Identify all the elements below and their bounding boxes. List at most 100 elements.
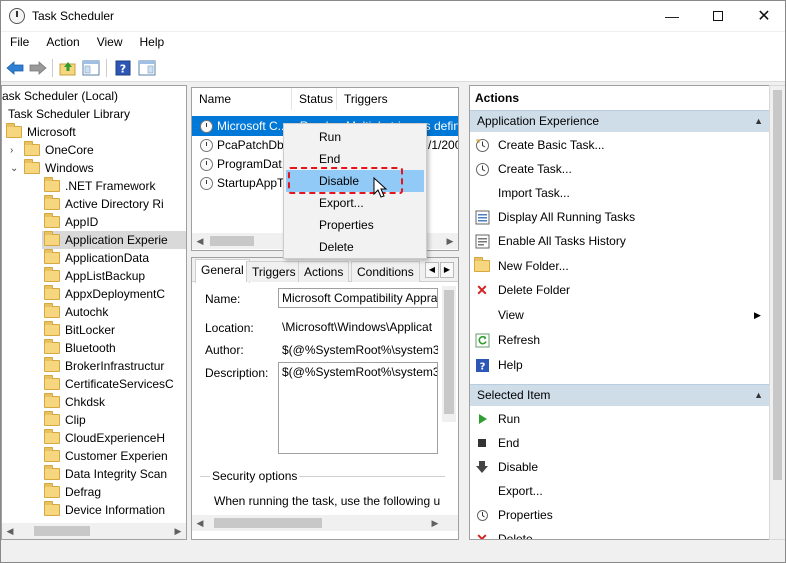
tab-scroll-left-button[interactable]: ◀ [425, 262, 439, 278]
show-action-pane-button[interactable] [137, 58, 157, 78]
context-menu-export[interactable]: Export... [286, 192, 424, 214]
tree-item-microsoft[interactable]: Microsoft [6, 123, 76, 141]
tree-item-active-directory[interactable]: Active Directory Ri [44, 195, 164, 213]
tree-item-cloudexperience[interactable]: CloudExperienceH [44, 429, 165, 447]
tree-item-task-scheduler-local[interactable]: ask Scheduler (Local) [2, 87, 118, 105]
action-create-task[interactable]: Create Task... [474, 158, 572, 180]
tree-item-data-integrity-scan[interactable]: Data Integrity Scan [44, 465, 167, 483]
end-icon [474, 435, 490, 451]
up-folder-button[interactable] [58, 58, 78, 78]
tree-item-application-experience[interactable]: Application Experie [42, 231, 186, 249]
collapse-icon[interactable]: ▲ [754, 385, 763, 406]
menu-help[interactable]: Help [131, 32, 173, 54]
action-refresh[interactable]: Refresh [474, 329, 540, 351]
scroll-left-icon[interactable]: ◀ [192, 515, 208, 531]
action-delete-folder[interactable]: ✕ Delete Folder [474, 279, 570, 301]
group-header-application-experience[interactable]: Application Experience ▲ [470, 110, 769, 132]
tree-item-appid[interactable]: AppID [44, 213, 98, 231]
back-button[interactable] [5, 58, 25, 78]
close-button[interactable]: ✕ [741, 1, 785, 31]
scroll-left-icon[interactable]: ◀ [192, 233, 208, 249]
action-display-running-tasks[interactable]: Display All Running Tasks [474, 206, 635, 228]
description-field[interactable]: $(@%SystemRoot%\system32 [278, 362, 438, 454]
action-enable-tasks-history[interactable]: Enable All Tasks History [474, 230, 626, 252]
help-toolbar-button[interactable]: ? [113, 58, 133, 78]
action-create-basic-task[interactable]: Create Basic Task... [474, 134, 605, 156]
task-clock-icon [200, 176, 213, 190]
name-field[interactable]: Microsoft Compatibility Appra [278, 288, 438, 308]
tree-item-autochk[interactable]: Autochk [44, 303, 108, 321]
tree-item-onecore[interactable]: › OneCore [10, 141, 94, 159]
tab-scroll-right-button[interactable]: ▶ [440, 262, 454, 278]
tree-item-clip[interactable]: Clip [44, 411, 86, 429]
title-bar: Task Scheduler — ✕ [1, 1, 785, 31]
tree-item-device-information[interactable]: Device Information [44, 501, 165, 519]
action-new-folder[interactable]: New Folder... [474, 255, 569, 277]
show-hide-tree-button[interactable] [81, 58, 101, 78]
tree-item-label: Bluetooth [65, 341, 116, 355]
tree-item-brokerinfrastructure[interactable]: BrokerInfrastructur [44, 357, 164, 375]
tree-item-customer-experience[interactable]: Customer Experien [44, 447, 168, 465]
chevron-right-icon[interactable]: › [10, 145, 20, 156]
detail-vertical-scrollbar[interactable] [442, 286, 456, 422]
action-help[interactable]: ? Help [474, 354, 523, 376]
scroll-thumb[interactable] [444, 290, 454, 414]
minimize-button[interactable]: — [649, 1, 695, 31]
tree-item-appxdeployment[interactable]: AppxDeploymentC [44, 285, 165, 303]
menu-action[interactable]: Action [37, 32, 87, 54]
tree-item-certificateservices[interactable]: CertificateServicesC [44, 375, 174, 393]
scroll-thumb[interactable] [773, 90, 782, 480]
tree-item-dotnet-framework[interactable]: .NET Framework [44, 177, 155, 195]
action-end[interactable]: End [474, 432, 519, 454]
tree-item-applicationdata[interactable]: ApplicationData [44, 249, 149, 267]
scroll-right-icon[interactable]: ▶ [427, 515, 443, 531]
group-title: Application Experience [477, 114, 600, 128]
group-header-selected-item[interactable]: Selected Item ▲ [470, 384, 769, 406]
new-folder-icon [474, 257, 490, 274]
tree-item-label: Microsoft [27, 125, 76, 139]
folder-icon [44, 483, 60, 498]
actions-vertical-scrollbar[interactable] [769, 85, 785, 540]
scroll-thumb[interactable] [214, 518, 322, 528]
tree-item-chkdsk[interactable]: Chkdsk [44, 393, 105, 411]
tab-conditions[interactable]: Conditions [351, 261, 420, 282]
tab-triggers[interactable]: Triggers [246, 261, 302, 282]
column-header-name[interactable]: Name [192, 88, 292, 110]
action-import-task[interactable]: Import Task... [474, 182, 570, 204]
context-menu-run[interactable]: Run [286, 126, 424, 148]
tree-item-applistbackup[interactable]: AppListBackup [44, 267, 145, 285]
context-menu-delete[interactable]: Delete [286, 236, 424, 258]
context-menu-properties[interactable]: Properties [286, 214, 424, 236]
tab-actions[interactable]: Actions [298, 261, 350, 282]
menu-file[interactable]: File [1, 32, 37, 54]
tree-item-windows[interactable]: ⌄ Windows [10, 159, 94, 177]
tab-general[interactable]: General [195, 259, 250, 283]
tree-item-bluetooth[interactable]: Bluetooth [44, 339, 116, 357]
forward-button[interactable] [28, 58, 48, 78]
tree-item-task-scheduler-library[interactable]: Task Scheduler Library [8, 105, 130, 123]
detail-horizontal-scrollbar[interactable]: ◀ ▶ [192, 515, 458, 531]
action-delete[interactable]: ✕ Delete [474, 528, 533, 540]
tree-horizontal-scrollbar[interactable]: ◀ ▶ [2, 523, 186, 539]
collapse-icon[interactable]: ▲ [754, 111, 763, 132]
detail-tabs: General Triggers Actions Conditions ◀ ▶ [192, 258, 458, 283]
menu-view[interactable]: View [88, 32, 131, 54]
action-export[interactable]: Export... [474, 480, 543, 502]
scroll-right-icon[interactable]: ▶ [442, 233, 458, 249]
tree-item-bitlocker[interactable]: BitLocker [44, 321, 115, 339]
column-header-triggers[interactable]: Triggers [337, 88, 458, 110]
scroll-left-icon[interactable]: ◀ [2, 523, 18, 539]
maximize-button[interactable] [695, 1, 741, 31]
scroll-thumb[interactable] [210, 236, 254, 246]
scroll-right-icon[interactable]: ▶ [170, 523, 186, 539]
action-disable[interactable]: Disable [474, 456, 538, 478]
column-header-status[interactable]: Status [292, 88, 337, 110]
action-properties[interactable]: Properties [474, 504, 553, 526]
tree-item-defrag[interactable]: Defrag [44, 483, 101, 501]
forward-arrow-icon [29, 61, 47, 75]
action-run[interactable]: Run [474, 408, 520, 430]
scroll-thumb[interactable] [34, 526, 90, 536]
chevron-down-icon[interactable]: ⌄ [10, 163, 20, 174]
group-title: Selected Item [477, 388, 551, 402]
action-view[interactable]: View ▶ [474, 304, 764, 326]
